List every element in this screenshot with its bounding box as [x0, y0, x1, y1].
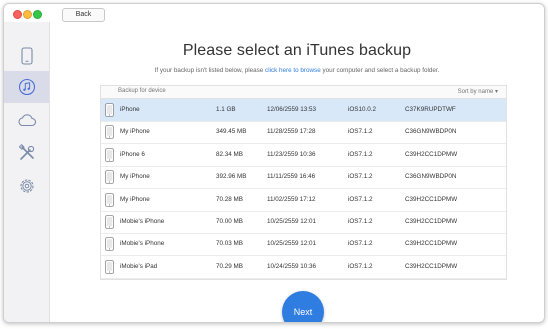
- backup-date-cell: 10/25/2559 12:01: [267, 240, 317, 248]
- sidebar-item-tools[interactable]: [4, 137, 49, 169]
- device-name-cell: iMobie's iPhone: [120, 218, 165, 225]
- subtitle-text-before: If your backup isn't listed below, pleas…: [154, 67, 266, 74]
- backup-date-cell: 11/02/2559 17:12: [267, 195, 316, 203]
- serial-number-cell: C37K9RUPDTWF: [405, 106, 456, 113]
- back-button[interactable]: Back: [62, 8, 105, 22]
- music-note-icon: [18, 78, 36, 96]
- ios-version-cell: iOS7.1.2: [348, 128, 373, 136]
- table-row[interactable]: iMobie's iPhone 70.03 MB 10/25/2559 12:01 i…: [101, 233, 506, 257]
- ios-version-cell: iOS7.1.2: [348, 240, 373, 248]
- backup-size-cell: 70.29 MB: [216, 262, 243, 270]
- phone-icon: [105, 237, 114, 256]
- backup-date-cell: 11/11/2559 16:46: [267, 173, 316, 181]
- subtitle-text-after: your computer and select a backup folder…: [320, 67, 440, 74]
- serial-number-cell: C36GN9WBDP0N: [405, 128, 457, 136]
- ios-version-cell: iOS7.1.2: [348, 195, 373, 203]
- backup-size-cell: 349.45 MB: [216, 128, 247, 136]
- backup-date-cell: 10/25/2559 12:01: [267, 218, 317, 225]
- ios-version-cell: iOS7.1.2: [348, 218, 373, 225]
- serial-number-cell: C39H2CC1DPMW: [405, 218, 458, 225]
- phone-icon: [20, 47, 33, 65]
- browse-link[interactable]: click here to browse: [265, 67, 321, 74]
- tools-icon: [18, 144, 36, 162]
- device-name-cell: My iPhone: [120, 173, 150, 181]
- backup-date-cell: 12/06/2559 13:53: [267, 106, 317, 113]
- serial-number-cell: C39H2CC1DPMW: [405, 150, 458, 158]
- sidebar-item-itunes[interactable]: [4, 71, 49, 103]
- ios-version-cell: iOS10.0.2: [348, 106, 377, 113]
- cloud-icon: [17, 113, 37, 127]
- phone-icon: [105, 259, 114, 279]
- table-row[interactable]: iPhone 1.1 GB 12/06/2559 13:53 iOS10.0.2 C37…: [101, 99, 506, 122]
- table-header: Backup for device Sort by name ▾: [101, 86, 506, 99]
- device-name-cell: iMobie's iPhone: [120, 240, 165, 248]
- app-window: Back Please select an iTunes backup If y…: [3, 3, 545, 323]
- serial-number-cell: C39H2CC1DPMW: [405, 240, 458, 248]
- phone-icon: [105, 125, 114, 144]
- phone-icon: [105, 215, 114, 234]
- serial-number-cell: C39H2CC1DPMW: [405, 195, 458, 203]
- sidebar-item-icloud[interactable]: [4, 104, 49, 136]
- column-header-device: Backup for device: [118, 88, 166, 94]
- page-subtitle: If your backup isn't listed below, pleas…: [50, 67, 544, 74]
- backup-date-cell: 11/23/2559 10:36: [267, 150, 316, 158]
- sidebar: [4, 22, 50, 322]
- zoom-window-button[interactable]: [33, 10, 42, 19]
- minimize-window-button[interactable]: [23, 10, 32, 19]
- title-bar: Back: [4, 4, 544, 22]
- device-name-cell: iPhone: [120, 106, 140, 113]
- phone-icon: [105, 192, 114, 212]
- table-row[interactable]: My iPhone 70.28 MB 11/02/2559 17:12 iOS7.1.…: [101, 189, 506, 212]
- table-row[interactable]: iMobie's iPhone 70.00 MB 10/25/2559 12:01 i…: [101, 211, 506, 234]
- close-window-button[interactable]: [13, 10, 22, 19]
- table-row[interactable]: iPhone 6 82.34 MB 11/23/2559 10:36 iOS7.1.2…: [101, 144, 506, 167]
- ios-version-cell: iOS7.1.2: [348, 173, 373, 181]
- page-title: Please select an iTunes backup: [182, 42, 412, 59]
- gear-icon: [18, 177, 36, 195]
- backup-date-cell: 10/24/2559 10:36: [267, 262, 317, 270]
- backup-size-cell: 82.34 MB: [216, 150, 243, 158]
- phone-icon: [105, 103, 114, 122]
- sort-by-name-dropdown[interactable]: Sort by name ▾: [458, 88, 498, 95]
- table-row[interactable]: My iPhone 392.96 MB 11/11/2559 16:46 iOS7.1…: [101, 166, 506, 190]
- phone-icon: [105, 170, 114, 189]
- table-row[interactable]: My iPhone 349.45 MB 11/28/2559 17:28 iOS7.1…: [101, 121, 506, 145]
- backup-size-cell: 1.1 GB: [216, 106, 236, 113]
- device-name-cell: iMobie's iPad: [120, 262, 158, 270]
- backup-size-cell: 70.28 MB: [216, 195, 243, 203]
- main-content: Please select an iTunes backup If your b…: [50, 22, 544, 322]
- sidebar-item-settings[interactable]: [4, 170, 49, 202]
- device-name-cell: My iPhone: [120, 195, 150, 203]
- backup-table: Backup for device Sort by name ▾ iPhone 1…: [100, 85, 507, 280]
- ios-version-cell: iOS7.1.2: [348, 262, 373, 270]
- device-name-cell: My iPhone: [120, 128, 150, 136]
- backup-size-cell: 70.00 MB: [216, 218, 243, 225]
- sidebar-item-device[interactable]: [4, 40, 49, 72]
- backup-size-cell: 70.03 MB: [216, 240, 243, 248]
- backup-date-cell: 11/28/2559 17:28: [267, 128, 316, 136]
- table-row[interactable]: iMobie's iPad 70.29 MB 10/24/2559 10:36 iOS…: [101, 256, 506, 279]
- next-button[interactable]: Next: [282, 291, 324, 322]
- serial-number-cell: C39H2CC1DPMW: [405, 262, 458, 270]
- serial-number-cell: C36GN9WBDP0N: [405, 173, 457, 181]
- backup-size-cell: 392.96 MB: [216, 173, 247, 181]
- device-name-cell: iPhone 6: [120, 150, 145, 158]
- phone-icon: [105, 147, 114, 167]
- ios-version-cell: iOS7.1.2: [348, 150, 373, 158]
